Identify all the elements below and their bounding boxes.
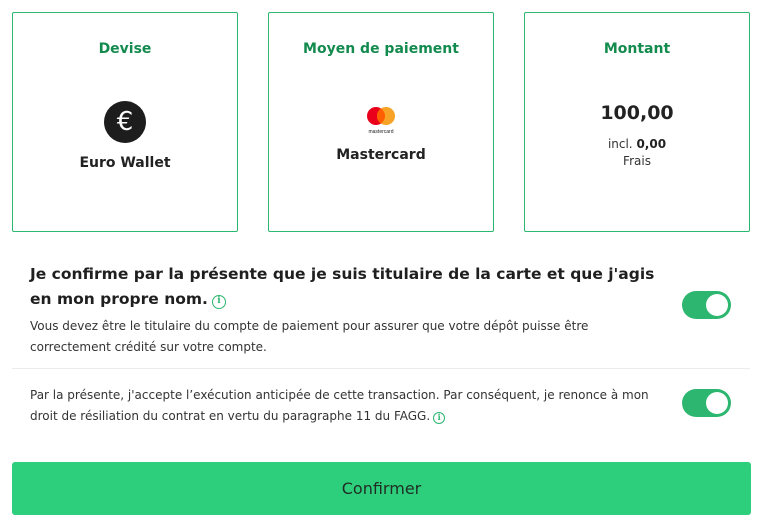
fee-value: 0,00 — [636, 137, 667, 151]
cardholder-consent: Je confirme par la présente que je suis … — [30, 262, 658, 358]
currency-card: Devise € Euro Wallet — [12, 12, 238, 232]
toggle-knob — [706, 392, 728, 414]
early-execution-consent: Par la présente, j'accepte l’exécution a… — [30, 385, 666, 427]
fee-prefix: incl. — [607, 137, 633, 151]
cardholder-consent-description: Vous devez être le titulaire du compte d… — [30, 319, 589, 354]
currency-card-title: Devise — [98, 41, 152, 57]
cardholder-consent-title-text: Je confirme par la présente que je suis … — [30, 265, 655, 308]
fee-label: Frais — [623, 154, 651, 168]
cardholder-consent-toggle[interactable] — [682, 291, 731, 319]
info-icon[interactable]: i — [211, 295, 226, 309]
cardholder-consent-title: Je confirme par la présente que je suis … — [30, 262, 658, 312]
euro-icon: € — [104, 101, 146, 143]
amount-card-title: Montant — [603, 41, 671, 57]
info-icon[interactable]: i — [433, 412, 446, 424]
amount-card: Montant 100,00 incl. 0,00 Frais — [524, 12, 750, 232]
toggle-knob — [706, 294, 728, 316]
payment-method-value: Mastercard — [336, 147, 426, 163]
currency-value: Euro Wallet — [79, 155, 171, 171]
fee-line: incl. 0,00 — [525, 137, 749, 151]
mastercard-logo-text: mastercard — [368, 129, 393, 135]
early-execution-consent-toggle[interactable] — [682, 389, 731, 417]
early-execution-consent-text: Par la présente, j'accepte l’exécution a… — [30, 388, 649, 423]
mastercard-logo-icon: mastercard — [367, 107, 395, 135]
amount-value: 100,00 — [600, 102, 674, 124]
confirm-button[interactable]: Confirmer — [12, 462, 751, 515]
payment-method-card-title: Moyen de paiement — [303, 41, 459, 57]
divider — [12, 368, 750, 369]
payment-method-card: Moyen de paiement mastercard Mastercard — [268, 12, 494, 232]
